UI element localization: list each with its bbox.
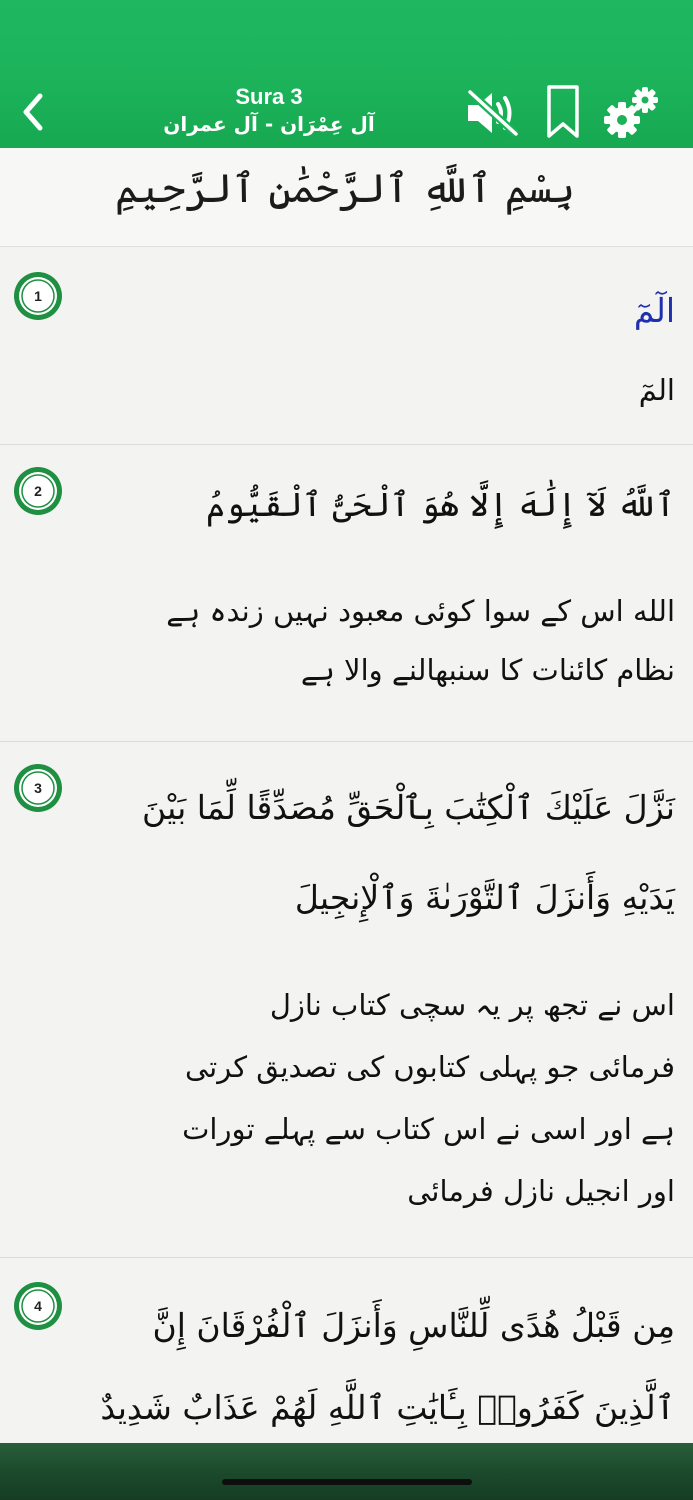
verse-2[interactable]: 2 ٱللَّهُ لَآ إِلَٰهَ إِلَّا هُوَ ٱلْحَى… <box>0 445 693 742</box>
settings-button[interactable] <box>602 84 662 140</box>
sura-subtitle: آل عِمْرَان - آل عمران <box>163 112 375 136</box>
verse-3[interactable]: 3 نَزَّلَ عَلَيْكَ ٱلْكِتَٰبَ بِٱلْحَقِّ… <box>0 742 693 1258</box>
sura-title: Sura 3 <box>235 84 303 109</box>
audio-toggle-button[interactable] <box>462 88 522 138</box>
verse-1[interactable]: 1 الٓمٓ المٓ <box>0 247 693 445</box>
home-indicator[interactable] <box>222 1479 472 1485</box>
verse-arabic-line: مِن قَبْلُ هُدًى لِّلنَّاسِ وَأَنزَلَ ٱل… <box>152 1306 675 1345</box>
verse-number-badge: 2 <box>12 465 64 517</box>
verse-translation-line: اور انجیل نازل فرمائی <box>407 1174 675 1208</box>
app-header: Sura 3 آل عِمْرَان - آل عمران <box>0 0 693 148</box>
verse-translation-line: فرمائی جو پہلی کتابوں کی تصدیق کرتی <box>185 1050 675 1084</box>
verse-arabic-line: الٓمٓ <box>633 291 675 330</box>
bookmark-button[interactable] <box>544 84 582 140</box>
back-chevron-icon <box>23 93 43 131</box>
verse-arabic-line: ٱللَّهُ لَآ إِلَٰهَ إِلَّا هُوَ ٱلْحَىُّ… <box>206 485 675 524</box>
verse-number: 3 <box>34 780 42 796</box>
verse-number-badge: 4 <box>12 1280 64 1332</box>
verse-number-badge: 1 <box>12 270 64 322</box>
sura-title-block: Sura 3 آل عِمْرَان - آل عمران <box>140 84 398 138</box>
verse-translation-line: نظام کائنات کا سنبھالنے والا ہے <box>300 653 675 687</box>
verse-number: 1 <box>34 288 42 304</box>
verse-translation-line: ہے اور اسی نے اس کتاب سے پہلے تورات <box>182 1112 675 1146</box>
verse-arabic-line: يَدَيْهِ وَأَنزَلَ ٱلتَّوْرَىٰةَ وَٱلْإِ… <box>294 878 675 917</box>
bottom-background <box>0 1443 693 1500</box>
bismillah-banner: بِسْمِ ٱللَّهِ ٱلرَّحْمَٰنِ ٱلرَّحِيمِ <box>0 148 693 247</box>
verse-number: 2 <box>34 483 42 499</box>
bookmark-icon <box>547 85 579 138</box>
back-button[interactable] <box>14 90 54 134</box>
verse-translation: المٓ <box>638 373 675 407</box>
sound-muted-icon <box>467 89 519 137</box>
verse-number-badge: 3 <box>12 762 64 814</box>
bismillah-text: بِسْمِ ٱللَّهِ ٱلرَّحْمَٰنِ ٱلرَّحِيمِ <box>114 166 576 212</box>
verse-translation-line: الله اس کے سوا کوئی معبود نہیں زندہ ہے <box>166 594 675 628</box>
verse-number: 4 <box>34 1298 42 1314</box>
verse-4[interactable]: 4 مِن قَبْلُ هُدًى لِّلنَّاسِ وَأَنزَلَ … <box>0 1258 693 1443</box>
verse-translation-line: اس نے تجھ پر یہ سچی کتاب نازل <box>269 988 675 1022</box>
settings-gears-icon <box>604 87 658 138</box>
verse-arabic-line: نَزَّلَ عَلَيْكَ ٱلْكِتَٰبَ بِٱلْحَقِّ م… <box>142 788 675 827</box>
verse-arabic-line: ٱلَّذِينَ كَفَرُوا۟ بِـَٔايَٰتِ ٱللَّهِ … <box>100 1388 675 1427</box>
